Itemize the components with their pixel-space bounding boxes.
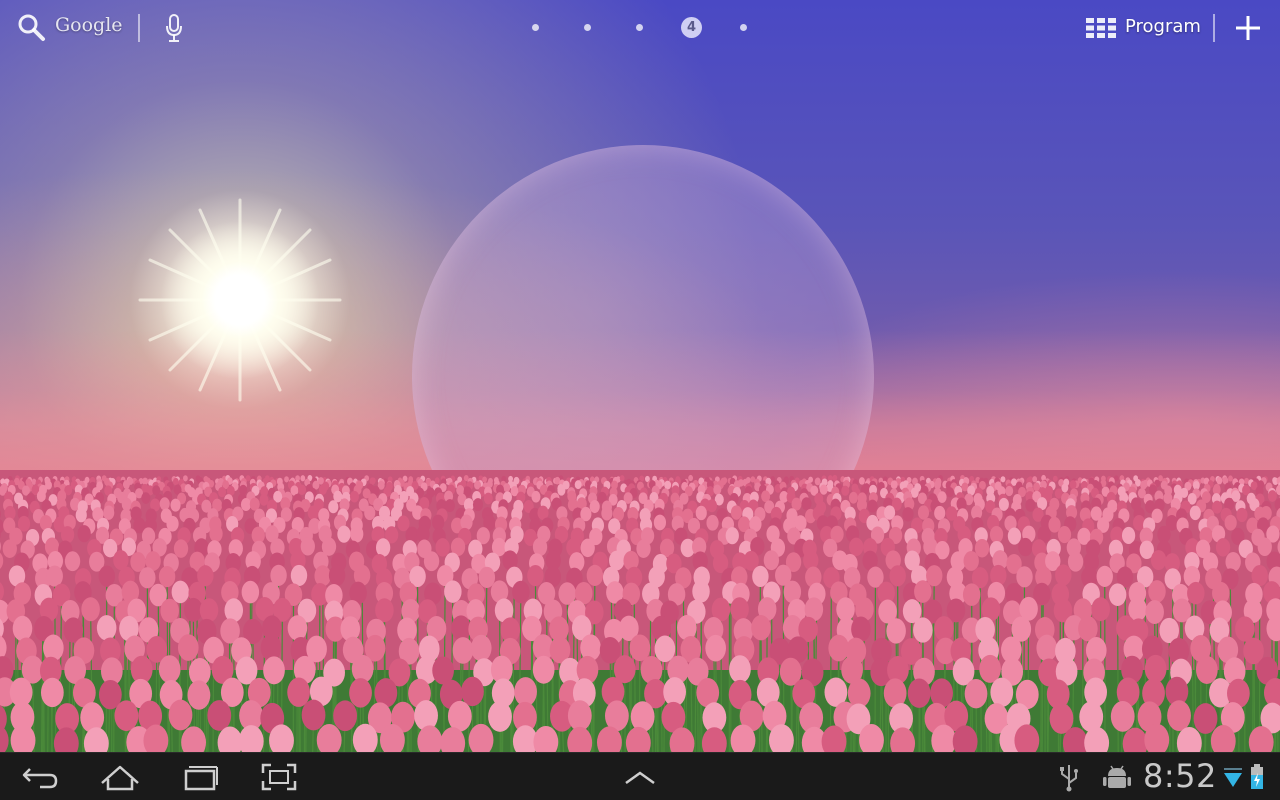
wifi-icon bbox=[1224, 768, 1242, 787]
page-dot-1[interactable] bbox=[532, 24, 539, 31]
status-clock[interactable]: 8:52 bbox=[1143, 757, 1217, 795]
page-dot-3[interactable] bbox=[636, 24, 643, 31]
live-wallpaper bbox=[0, 0, 1280, 752]
home-screen: Google 4 Program 8:52 bbox=[0, 0, 1280, 800]
add-icon[interactable] bbox=[1232, 12, 1264, 44]
tulip-field bbox=[0, 470, 1280, 752]
battery-icon bbox=[1251, 764, 1263, 789]
back-icon[interactable] bbox=[16, 761, 64, 793]
screenshot-icon[interactable] bbox=[255, 761, 303, 793]
launcher-top-bar: Google 4 Program bbox=[0, 0, 1280, 56]
search-divider bbox=[138, 14, 140, 42]
search-icon[interactable] bbox=[16, 12, 46, 42]
google-search-label[interactable]: Google bbox=[55, 14, 123, 36]
page-dot-5[interactable] bbox=[740, 24, 747, 31]
usb-icon bbox=[1060, 765, 1078, 792]
chevron-up-icon[interactable] bbox=[616, 761, 664, 793]
page-dot-current[interactable]: 4 bbox=[681, 17, 702, 38]
all-apps-label: Program bbox=[1125, 16, 1201, 37]
android-debug-icon bbox=[1103, 765, 1131, 788]
microphone-icon[interactable] bbox=[164, 13, 184, 43]
sun bbox=[160, 220, 320, 380]
system-bar: 8:52 bbox=[0, 752, 1280, 800]
home-icon[interactable] bbox=[96, 761, 144, 793]
apps-grid-icon bbox=[1086, 18, 1116, 38]
page-dot-2[interactable] bbox=[584, 24, 591, 31]
page-indicator: 4 bbox=[520, 16, 760, 40]
recent-apps-icon[interactable] bbox=[176, 761, 224, 793]
apps-divider bbox=[1213, 14, 1215, 42]
all-apps-button[interactable]: Program bbox=[1082, 10, 1202, 46]
